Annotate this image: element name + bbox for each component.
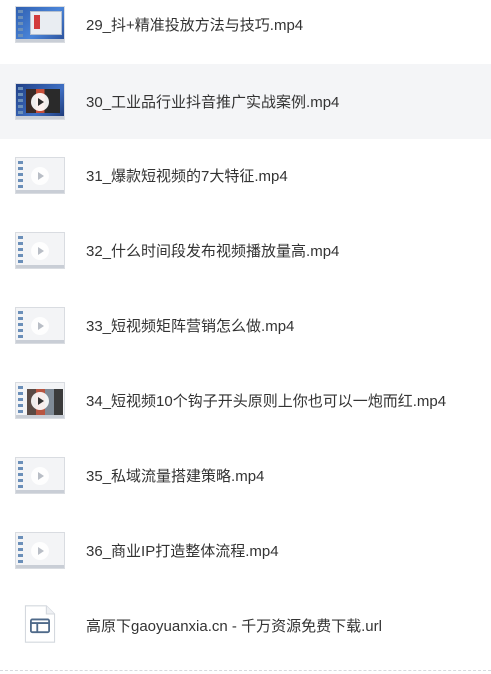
video-thumbnail — [15, 532, 65, 569]
file-name: 33_短视频矩阵营销怎么做.mp4 — [86, 318, 295, 335]
file-row[interactable]: 35_私域流量搭建策略.mp4 — [0, 438, 491, 513]
file-row[interactable]: 高原下gaoyuanxia.cn - 千万资源免费下载.url — [0, 588, 491, 663]
video-thumbnail — [15, 382, 65, 419]
file-name: 31_爆款短视频的7大特征.mp4 — [86, 168, 288, 185]
url-file-icon — [24, 605, 56, 643]
file-name: 32_什么时间段发布视频播放量高.mp4 — [86, 243, 340, 260]
video-thumbnail — [15, 6, 65, 43]
list-divider — [0, 670, 491, 671]
file-name: 29_抖+精准投放方法与技巧.mp4 — [86, 17, 304, 34]
file-name: 34_短视频10个钩子开头原则上你也可以一炮而红.mp4 — [86, 393, 447, 410]
file-row[interactable]: 34_短视频10个钩子开头原则上你也可以一炮而红.mp4 — [0, 363, 491, 438]
play-icon — [31, 541, 49, 560]
video-thumbnail — [15, 232, 65, 269]
file-name: 高原下gaoyuanxia.cn - 千万资源免费下载.url — [86, 618, 382, 635]
play-icon — [31, 241, 49, 260]
file-name: 30_工业品行业抖音推广实战案例.mp4 — [86, 94, 340, 111]
file-row[interactable]: 29_抖+精准投放方法与技巧.mp4 — [0, 0, 491, 62]
play-icon — [31, 391, 49, 410]
play-icon — [31, 316, 49, 335]
play-icon — [31, 166, 49, 185]
video-thumbnail — [15, 457, 65, 494]
play-icon — [31, 92, 49, 111]
video-thumbnail — [15, 83, 65, 120]
file-row[interactable]: 32_什么时间段发布视频播放量高.mp4 — [0, 213, 491, 288]
video-thumbnail — [15, 157, 65, 194]
file-name: 36_商业IP打造整体流程.mp4 — [86, 543, 279, 560]
file-name: 35_私域流量搭建策略.mp4 — [86, 468, 265, 485]
file-row[interactable]: 36_商业IP打造整体流程.mp4 — [0, 513, 491, 588]
file-row[interactable]: 30_工业品行业抖音推广实战案例.mp4 — [0, 64, 491, 139]
play-icon — [31, 466, 49, 485]
file-row[interactable]: 33_短视频矩阵营销怎么做.mp4 — [0, 288, 491, 363]
video-thumbnail — [15, 307, 65, 344]
file-row[interactable]: 31_爆款短视频的7大特征.mp4 — [0, 138, 491, 213]
